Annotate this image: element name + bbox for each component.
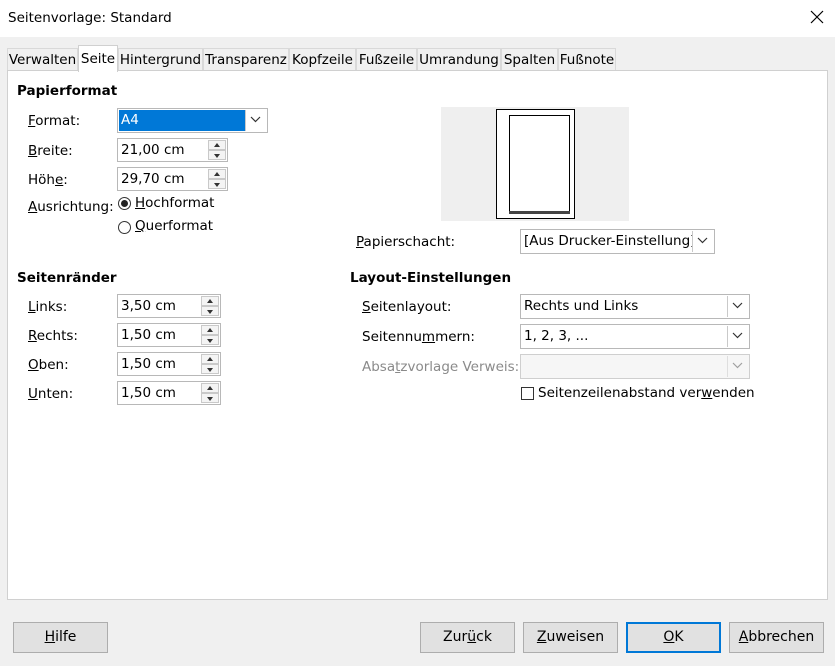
tab-hintergrund[interactable]: Hintergrund bbox=[118, 48, 203, 70]
margin-left-label: Links: bbox=[28, 299, 68, 315]
reference-style-label: Absatzvorlage Verweis: bbox=[362, 359, 520, 375]
orientation-label: Ausrichtung: bbox=[28, 199, 114, 215]
page-layout-label: Seitenlayout: bbox=[362, 299, 452, 315]
window-title: Seitenvorlage: Standard bbox=[8, 10, 172, 26]
width-label: Breite: bbox=[28, 143, 73, 159]
increment-button[interactable] bbox=[201, 296, 219, 306]
tab-fussnote[interactable]: Fußnote bbox=[558, 48, 616, 70]
margin-top-value: 1,50 cm bbox=[121, 356, 176, 372]
format-value: A4 bbox=[119, 110, 245, 131]
arrow-down-icon bbox=[207, 310, 213, 314]
decrement-button[interactable] bbox=[208, 150, 226, 160]
format-label: Format: bbox=[28, 113, 81, 129]
cancel-button[interactable]: Abbrechen bbox=[729, 622, 824, 653]
decrement-button[interactable] bbox=[201, 393, 219, 403]
paper-tray-label: Papierschacht: bbox=[356, 234, 456, 250]
arrow-down-icon bbox=[214, 183, 220, 187]
decrement-button[interactable] bbox=[208, 179, 226, 189]
tab-kopfzeile[interactable]: Kopfzeile bbox=[289, 48, 356, 70]
decrement-button[interactable] bbox=[201, 364, 219, 374]
margin-left-value: 3,50 cm bbox=[121, 298, 176, 314]
preview-inner-page bbox=[509, 115, 570, 213]
format-select[interactable]: A4 bbox=[117, 108, 268, 133]
chevron-down-icon[interactable] bbox=[692, 231, 713, 252]
tab-fusszeile[interactable]: Fußzeile bbox=[356, 48, 417, 70]
margin-bottom-label: Unten: bbox=[28, 386, 74, 402]
page-numbers-label: Seitennummern: bbox=[362, 329, 475, 345]
arrow-down-icon bbox=[207, 397, 213, 401]
arrow-up-icon bbox=[214, 172, 220, 176]
arrow-down-icon bbox=[214, 154, 220, 158]
preview-shadow bbox=[509, 211, 570, 214]
chevron-down-icon[interactable] bbox=[245, 110, 266, 131]
reference-style-select bbox=[520, 354, 750, 379]
section-seitenraender: Seitenränder bbox=[17, 270, 117, 286]
arrow-up-icon bbox=[207, 386, 213, 390]
margin-right-label: Rechts: bbox=[28, 328, 78, 344]
increment-button[interactable] bbox=[208, 169, 226, 179]
section-layout-einstellungen: Layout-Einstellungen bbox=[350, 270, 512, 286]
close-icon[interactable] bbox=[805, 5, 829, 29]
margin-right-value: 1,50 cm bbox=[121, 327, 176, 343]
tab-transparenz[interactable]: Transparenz bbox=[203, 48, 289, 70]
margin-right-stepper[interactable]: 1,50 cm bbox=[117, 323, 221, 347]
margin-left-stepper[interactable]: 3,50 cm bbox=[117, 294, 221, 318]
arrow-down-icon bbox=[207, 368, 213, 372]
radio-dot bbox=[121, 200, 128, 207]
page-numbers-select[interactable]: 1, 2, 3, ... bbox=[520, 324, 750, 349]
ok-button[interactable]: OK bbox=[626, 622, 721, 653]
page-layout-value: Rechts und Links bbox=[524, 298, 639, 314]
page-layout-select[interactable]: Rechts und Links bbox=[520, 294, 750, 319]
increment-button[interactable] bbox=[201, 354, 219, 364]
increment-button[interactable] bbox=[201, 325, 219, 335]
tab-verwalten[interactable]: Verwalten bbox=[7, 48, 78, 70]
increment-button[interactable] bbox=[208, 140, 226, 150]
chevron-down-icon[interactable] bbox=[727, 326, 748, 347]
arrow-up-icon bbox=[207, 357, 213, 361]
portrait-radio[interactable] bbox=[118, 197, 131, 210]
margin-bottom-stepper[interactable]: 1,50 cm bbox=[117, 381, 221, 405]
decrement-button[interactable] bbox=[201, 306, 219, 316]
back-button[interactable]: Zurück bbox=[420, 622, 515, 653]
height-stepper[interactable]: 29,70 cm bbox=[117, 167, 228, 191]
decrement-button[interactable] bbox=[201, 335, 219, 345]
tab-seite[interactable]: Seite bbox=[78, 45, 118, 72]
chevron-down-icon bbox=[727, 356, 748, 377]
arrow-up-icon bbox=[207, 299, 213, 303]
height-label: Höhe: bbox=[28, 172, 68, 188]
landscape-label[interactable]: Querformat bbox=[135, 218, 213, 234]
height-value: 29,70 cm bbox=[121, 171, 185, 187]
portrait-label[interactable]: Hochformat bbox=[135, 195, 214, 211]
apply-button[interactable]: Zuweisen bbox=[523, 622, 618, 653]
arrow-up-icon bbox=[207, 328, 213, 332]
register-true-label[interactable]: Seitenzeilenabstand verwenden bbox=[538, 385, 755, 401]
tab-umrandung[interactable]: Umrandung bbox=[417, 48, 501, 70]
margin-bottom-value: 1,50 cm bbox=[121, 385, 176, 401]
register-true-checkbox[interactable] bbox=[521, 387, 534, 400]
margin-top-stepper[interactable]: 1,50 cm bbox=[117, 352, 221, 376]
paper-tray-select[interactable]: [Aus Drucker-Einstellung] bbox=[520, 229, 715, 254]
width-stepper[interactable]: 21,00 cm bbox=[117, 138, 228, 162]
section-papierformat: Papierformat bbox=[17, 83, 118, 99]
landscape-radio[interactable] bbox=[118, 221, 131, 234]
paper-tray-value: [Aus Drucker-Einstellung] bbox=[524, 233, 696, 249]
width-value: 21,00 cm bbox=[121, 142, 185, 158]
arrow-down-icon bbox=[207, 339, 213, 343]
margin-top-label: Oben: bbox=[28, 357, 69, 373]
chevron-down-icon[interactable] bbox=[727, 296, 748, 317]
increment-button[interactable] bbox=[201, 383, 219, 393]
help-button[interactable]: Hilfe bbox=[13, 622, 108, 653]
page-numbers-value: 1, 2, 3, ... bbox=[524, 328, 589, 344]
tab-spalten[interactable]: Spalten bbox=[501, 48, 558, 70]
arrow-up-icon bbox=[214, 143, 220, 147]
